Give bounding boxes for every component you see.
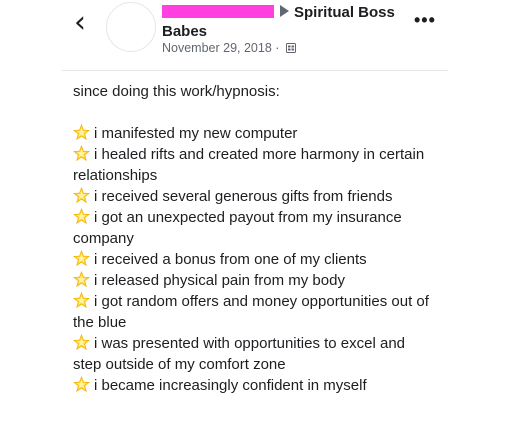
list-item: i got an unexpected payout from my insur…: [72, 207, 433, 249]
list-item: i was presented with opportunities to ex…: [72, 333, 433, 375]
list-item-text: i got an unexpected payout from my insur…: [73, 209, 402, 247]
list-item-text: i manifested my new computer: [94, 125, 298, 142]
star-emoji-icon: [72, 123, 91, 141]
list-item: i manifested my new computer: [72, 123, 433, 144]
more-options-icon[interactable]: •••: [414, 10, 436, 31]
list-item: i received a bonus from one of my client…: [72, 249, 433, 270]
star-emoji-icon: [72, 207, 91, 225]
post-date[interactable]: November 29, 2018: [162, 41, 272, 55]
star-emoji-icon: [72, 291, 91, 309]
post-list: i manifested my new computer i healed rif…: [72, 123, 433, 396]
list-item-text: i became increasingly confident in mysel…: [94, 377, 367, 394]
post-intro: since doing this work/hypnosis:: [73, 83, 280, 100]
list-item: i got random offers and money opportunit…: [72, 291, 433, 333]
list-item: i received several generous gifts from f…: [72, 186, 433, 207]
star-emoji-icon: [72, 249, 91, 267]
list-item-text: i released physical pain from my body: [94, 272, 345, 289]
star-emoji-icon: [72, 270, 91, 288]
list-item-text: i healed rifts and created more harmony …: [73, 146, 425, 184]
triangle-right-icon: [280, 5, 289, 17]
redacted-author-name: [162, 5, 274, 18]
post-body: since doing this work/hypnosis: i manife…: [72, 81, 433, 396]
post-header: ‹ Spiritual Boss Babes November 29, 2018…: [0, 0, 505, 72]
list-item-text: i was presented with opportunities to ex…: [73, 335, 406, 373]
avatar[interactable]: [106, 2, 156, 52]
group-privacy-icon: [285, 43, 296, 53]
author-group-line: Spiritual Boss: [162, 4, 395, 21]
star-emoji-icon: [72, 333, 91, 351]
header-divider: [62, 70, 448, 71]
list-item: i healed rifts and created more harmony …: [72, 144, 433, 186]
list-item-text: i received several generous gifts from f…: [94, 188, 393, 205]
star-emoji-icon: [72, 375, 91, 393]
post-meta: November 29, 2018 ·: [162, 41, 296, 55]
meta-separator: ·: [275, 41, 280, 55]
group-name-continued[interactable]: Babes: [162, 23, 207, 40]
star-emoji-icon: [72, 144, 91, 162]
list-item-text: i received a bonus from one of my client…: [94, 251, 367, 268]
list-item: i released physical pain from my body: [72, 270, 433, 291]
star-emoji-icon: [72, 186, 91, 204]
list-item: i became increasingly confident in mysel…: [72, 375, 433, 396]
group-name[interactable]: Spiritual Boss: [294, 4, 395, 21]
chevron-left-icon[interactable]: ‹: [74, 8, 86, 38]
list-item-text: i got random offers and money opportunit…: [73, 293, 429, 331]
